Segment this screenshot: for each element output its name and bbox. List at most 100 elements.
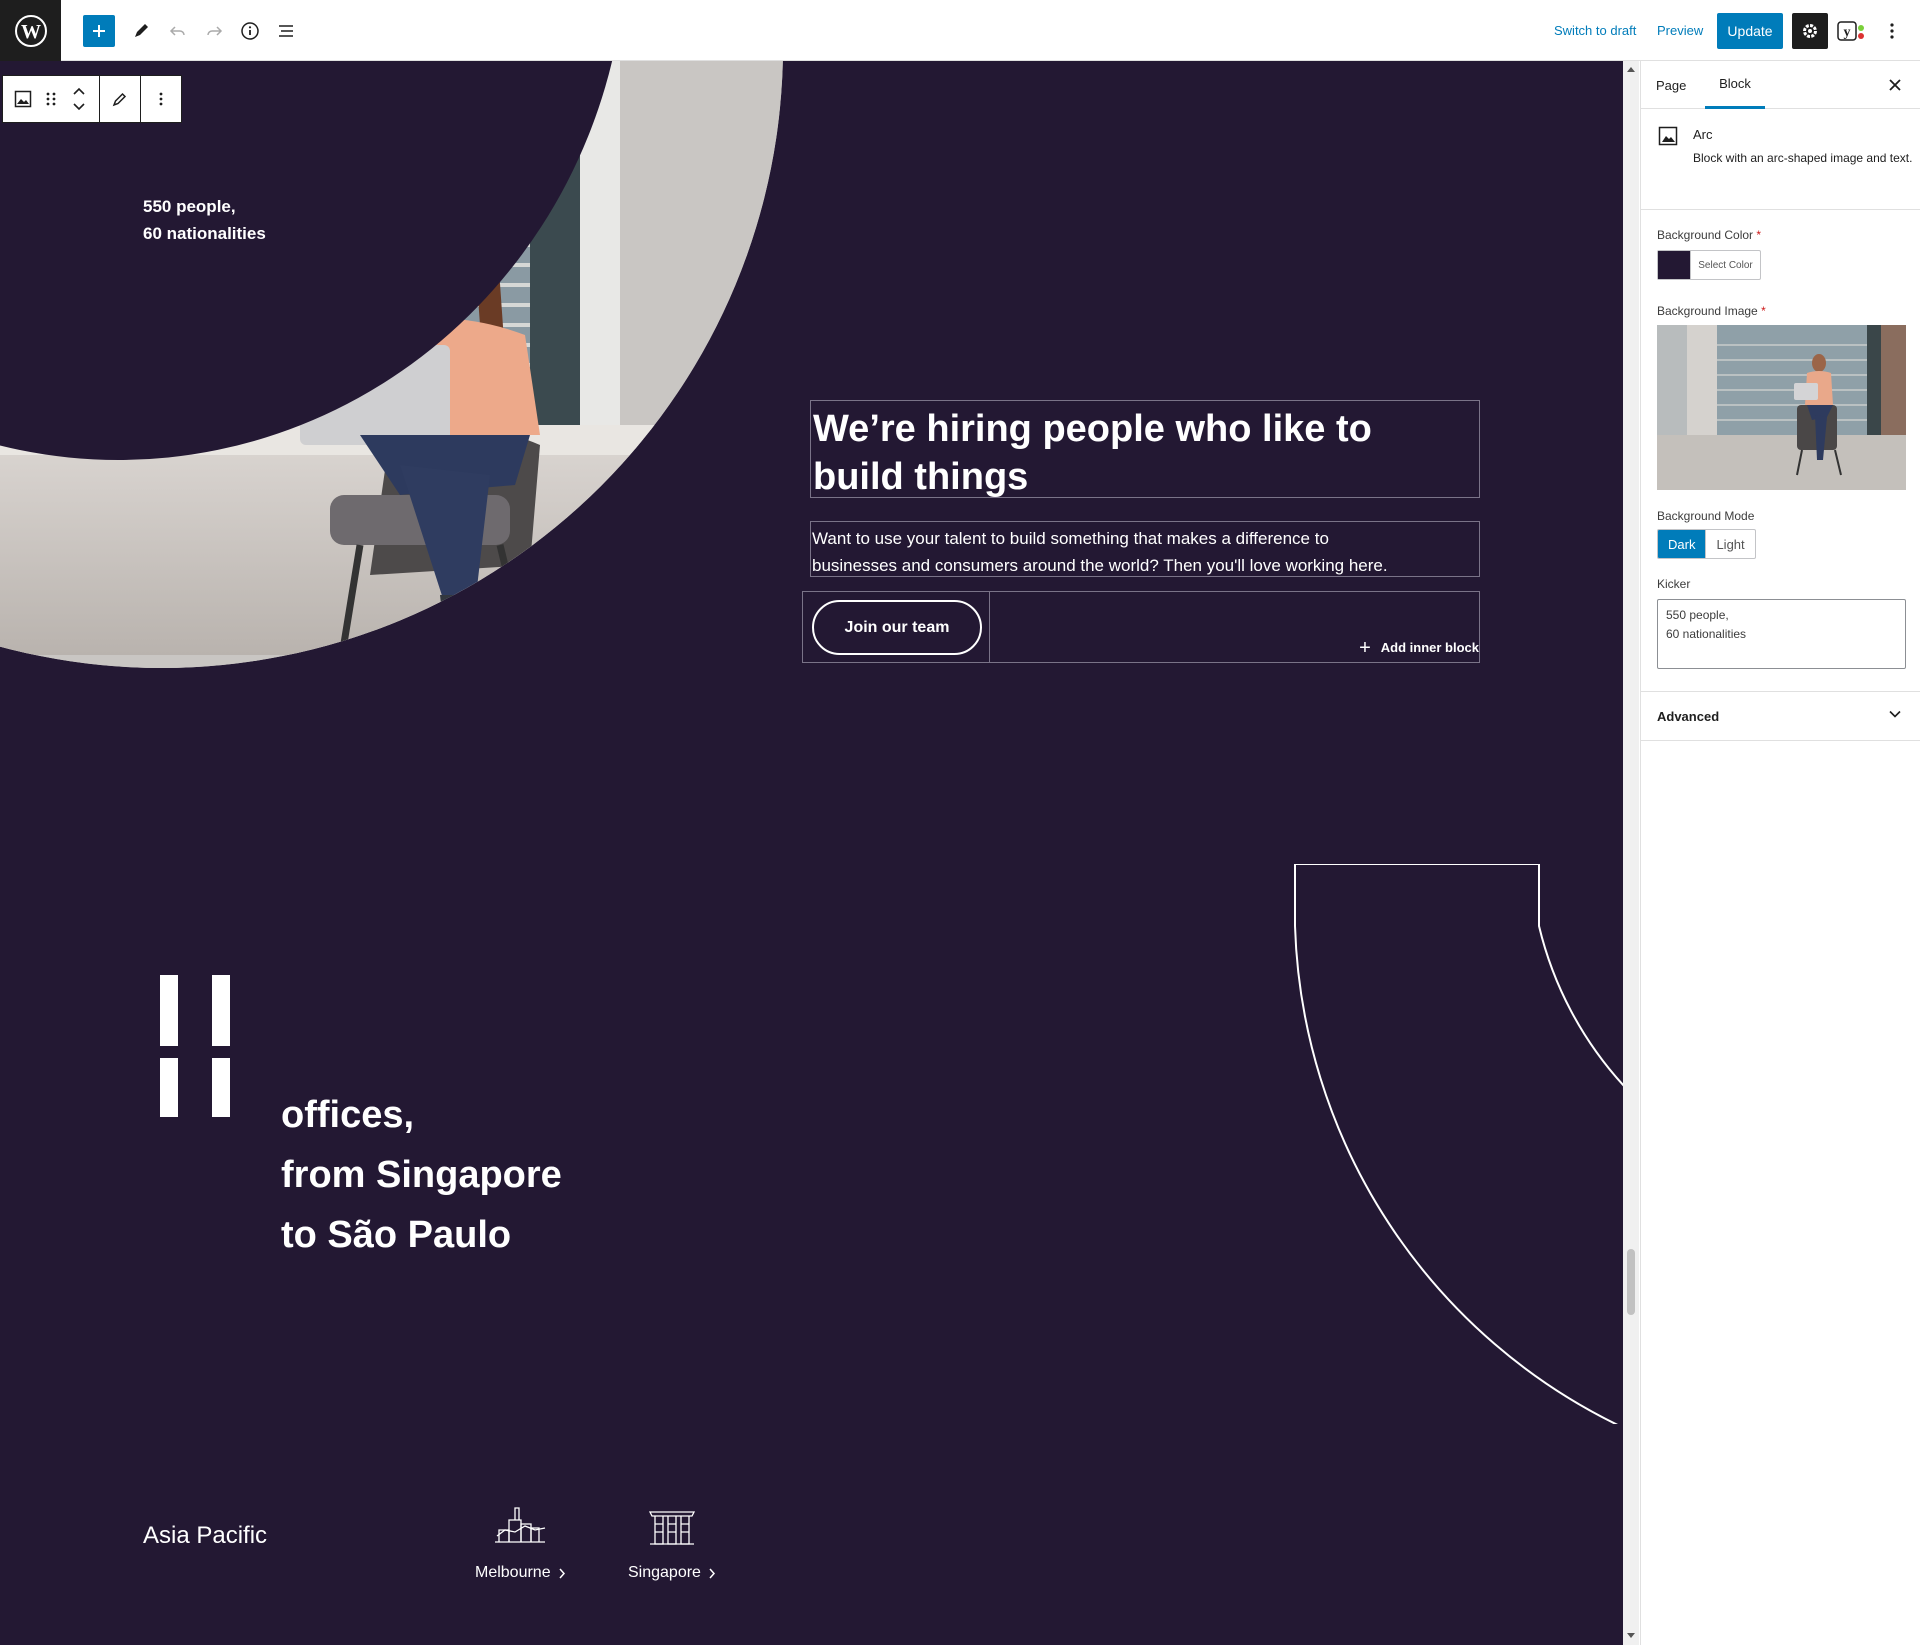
pencil-icon — [135, 24, 148, 37]
more-vertical-icon — [159, 92, 163, 106]
select-color-button[interactable]: Select Color — [1690, 251, 1760, 279]
offices-stat: offices, from Singapore to São Paulo — [281, 1085, 562, 1265]
background-image-label-text: Background Image — [1657, 304, 1758, 318]
block-card-title: Arc — [1693, 127, 1713, 142]
list-view-icon — [279, 25, 293, 37]
close-sidebar-button[interactable] — [1881, 71, 1909, 99]
tab-page[interactable]: Page — [1656, 61, 1686, 109]
scrollbar-thumb[interactable] — [1627, 1249, 1635, 1315]
image-icon — [14, 90, 32, 108]
advanced-panel-toggle[interactable]: Advanced — [1641, 691, 1920, 741]
join-our-team-button[interactable]: Join our team — [812, 600, 982, 655]
more-vertical-icon — [1890, 23, 1894, 39]
plus-icon: + — [1359, 636, 1371, 659]
city-name-melbourne: Melbourne — [475, 1564, 551, 1581]
drag-handle-icon — [46, 92, 56, 106]
settings-sidebar: Page Block Arc Block with an arc-shaped … — [1640, 61, 1920, 1645]
details-button[interactable] — [234, 15, 266, 47]
svg-text:W: W — [21, 21, 41, 43]
scroll-up-arrow-icon[interactable] — [1627, 67, 1635, 72]
offices-line-3: to São Paulo — [281, 1214, 512, 1256]
mode-light-button[interactable]: Light — [1705, 530, 1754, 558]
add-inner-block-label: Add inner block — [1380, 640, 1479, 655]
scroll-down-arrow-icon[interactable] — [1627, 1633, 1635, 1638]
svg-text:y: y — [1844, 25, 1851, 40]
switch-to-draft-link[interactable]: Switch to draft — [1554, 23, 1636, 38]
more-options-button[interactable] — [1876, 15, 1908, 47]
city-link-melbourne[interactable]: Melbourne — [475, 1496, 566, 1582]
background-mode-label: Background Mode — [1657, 509, 1755, 523]
undo-icon — [169, 26, 185, 36]
sidebar-tabs: Page Block — [1641, 61, 1920, 109]
update-button[interactable]: Update — [1717, 13, 1783, 49]
singapore-building-icon — [648, 1511, 695, 1545]
offices-count-graphic — [160, 975, 234, 1117]
offices-line-1: offices, — [281, 1094, 415, 1136]
settings-button[interactable] — [1792, 13, 1828, 49]
arc-kicker[interactable]: 550 people, 60 nationalities — [143, 193, 266, 247]
kicker-label: Kicker — [1657, 577, 1691, 591]
hero-heading-line-1: We’re hiring people who like to — [813, 408, 1372, 450]
heading-block[interactable]: We’re hiring people who like to build th… — [810, 400, 1480, 498]
yoast-icon: y — [1837, 21, 1864, 41]
city-name-singapore: Singapore — [628, 1564, 701, 1581]
block-toolbar — [2, 75, 182, 123]
edit-block-button[interactable] — [106, 81, 134, 117]
chevron-down-icon — [1889, 710, 1901, 718]
chevron-right-icon — [709, 1568, 715, 1578]
background-color-label-text: Background Color — [1657, 228, 1754, 242]
move-up-down-icon — [73, 87, 85, 111]
undo-button[interactable] — [162, 15, 194, 47]
plus-icon — [93, 25, 105, 37]
wordpress-logo-button[interactable]: W — [0, 0, 61, 61]
yoast-seo-button[interactable]: y — [1836, 15, 1868, 47]
hero-description-line-1: Want to use your talent to build somethi… — [812, 529, 1329, 548]
block-card: Arc Block with an arc-shaped image and t… — [1641, 109, 1920, 210]
redo-icon — [207, 26, 223, 36]
color-swatch[interactable] — [1658, 251, 1690, 279]
offices-line-2: from Singapore — [281, 1154, 562, 1196]
canvas-scrollbar[interactable] — [1623, 61, 1639, 1645]
city-link-singapore[interactable]: Singapore — [628, 1496, 716, 1582]
drag-handle-button[interactable] — [37, 81, 65, 117]
tab-block[interactable]: Block — [1705, 61, 1765, 109]
button-block[interactable]: Join our team — [803, 592, 990, 662]
background-image-preview[interactable] — [1657, 325, 1906, 490]
decorative-arc-outline — [1294, 864, 1623, 1424]
block-options-button[interactable] — [147, 81, 175, 117]
move-block-button[interactable] — [65, 81, 93, 117]
kicker-line-2: 60 nationalities — [143, 224, 266, 243]
list-view-button[interactable] — [270, 15, 302, 47]
chevron-right-icon — [559, 1568, 565, 1578]
required-marker: * — [1761, 304, 1766, 318]
info-icon — [241, 22, 259, 40]
background-color-picker[interactable]: Select Color — [1657, 250, 1761, 280]
tools-button[interactable] — [125, 15, 157, 47]
add-inner-block-button[interactable]: + Add inner block — [1359, 636, 1479, 659]
block-type-button[interactable] — [9, 81, 37, 117]
background-color-label: Background Color * — [1657, 228, 1761, 242]
image-icon — [1658, 126, 1678, 146]
add-block-button[interactable] — [83, 15, 115, 47]
hero-description-line-2: businesses and consumers around the worl… — [812, 556, 1388, 575]
paragraph-block[interactable]: Want to use your talent to build somethi… — [810, 521, 1480, 577]
required-marker: * — [1756, 228, 1762, 242]
editor-canvas[interactable]: 550 people, 60 nationalities We’re hirin… — [0, 61, 1623, 1645]
hero-heading: We’re hiring people who like to build th… — [813, 405, 1477, 501]
kicker-input[interactable]: 550 people, 60 nationalities — [1657, 599, 1906, 669]
editor-top-toolbar: W Switch to draft Preview Update y — [0, 0, 1920, 61]
gear-icon — [1803, 24, 1817, 38]
buttons-block[interactable]: Join our team + Add inner block — [802, 591, 1480, 663]
advanced-label: Advanced — [1657, 709, 1720, 724]
mode-dark-button[interactable]: Dark — [1658, 530, 1706, 558]
pencil-icon — [112, 92, 127, 107]
redo-button[interactable] — [198, 15, 230, 47]
region-title: Asia Pacific — [143, 1522, 268, 1549]
hero-description: Want to use your talent to build somethi… — [812, 525, 1478, 579]
block-card-description: Block with an arc-shaped image and text. — [1693, 151, 1913, 165]
preview-link[interactable]: Preview — [1657, 23, 1703, 38]
close-icon — [1889, 79, 1901, 91]
hero-heading-line-2: build things — [813, 456, 1029, 498]
background-mode-toggle: Dark Light — [1657, 529, 1756, 559]
melbourne-building-icon — [495, 1507, 546, 1543]
